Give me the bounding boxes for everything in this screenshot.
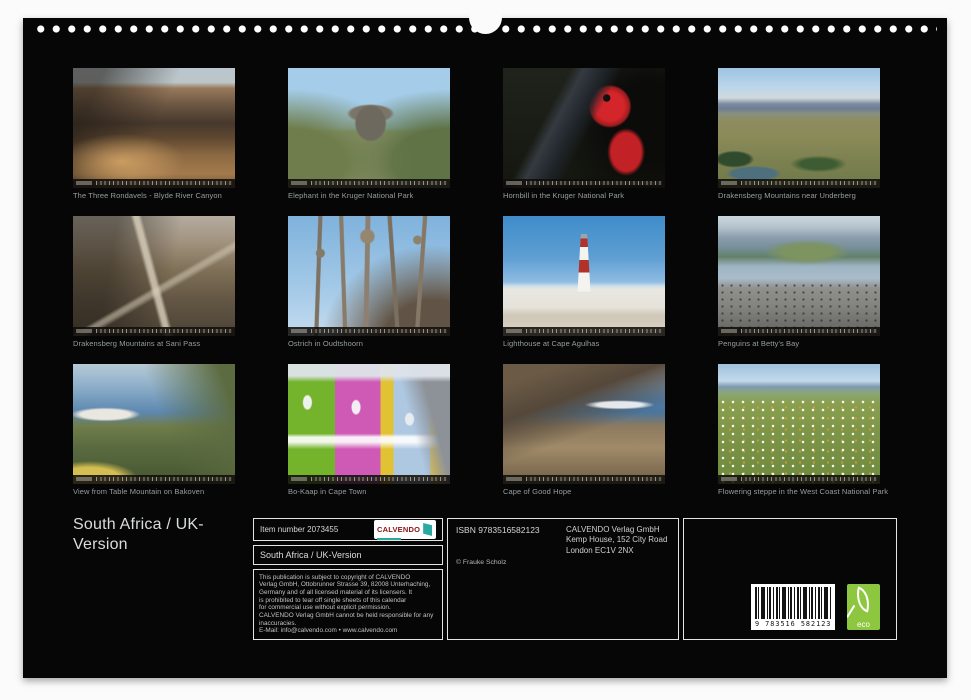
photo-penguins: [718, 216, 880, 336]
eco-leaf-icon: [852, 586, 873, 612]
thumbnail-march: Hornbill in the Kruger National Park: [503, 68, 665, 200]
thumbnail-january: The Three Rondavels - Blyde River Canyon: [73, 68, 235, 200]
eco-label: eco: [847, 621, 880, 629]
thumbnail-caption: Bo-Kaap in Cape Town: [288, 487, 450, 496]
calvendo-logo-tagline-bar: [377, 538, 401, 540]
photo-ostrich: [288, 216, 450, 336]
legal-text-cell: This publication is subject to copyright…: [253, 569, 443, 641]
thumbnail-caption: Ostrich in Oudtshoorn: [288, 339, 450, 348]
photo-three-rondavels: [73, 68, 235, 188]
photo-flowering-steppe: [718, 364, 880, 484]
thumbnail-july: Lighthouse at Cape Agulhas: [503, 216, 665, 348]
calvendo-logo: CALVENDO: [374, 520, 436, 539]
thumbnail-june: Ostrich in Oudtshoorn: [288, 216, 450, 348]
info-left-column: Item number 2073455 CALVENDO South Afric…: [253, 518, 443, 640]
photo-cape-good-hope: [503, 364, 665, 484]
item-number-cell: Item number 2073455 CALVENDO: [253, 518, 443, 541]
thumbnail-september: View from Table Mountain on Bakoven: [73, 364, 235, 496]
mini-calendar-strip: [73, 475, 235, 484]
thumbnail-february: Elephant in the Kruger National Park: [288, 68, 450, 200]
photo-hornbill: [503, 68, 665, 188]
thumbnail-august: Penguins at Betty's Bay: [718, 216, 880, 348]
item-number: Item number 2073455: [260, 525, 338, 534]
calvendo-logo-mark-icon: [423, 523, 432, 536]
mini-calendar-strip: [288, 179, 450, 188]
thumbnail-april: Drakensberg Mountains near Underberg: [718, 68, 880, 200]
thumbnail-caption: Drakensberg Mountains at Sani Pass: [73, 339, 235, 348]
flower-dots: [718, 398, 880, 484]
month-thumbnail-grid: The Three Rondavels - Blyde River Canyon…: [73, 68, 880, 496]
thumbnail-may: Drakensberg Mountains at Sani Pass: [73, 216, 235, 348]
mini-calendar-strip: [73, 327, 235, 336]
thumbnail-caption: Elephant in the Kruger National Park: [288, 191, 450, 200]
mini-calendar-strip: [288, 475, 450, 484]
photo-sani-pass: [73, 216, 235, 336]
photo-bo-kaap: [288, 364, 450, 484]
eco-logo: eco: [847, 584, 880, 630]
barcode-block: 9 783516 582123 eco: [751, 584, 880, 630]
hanger-notch: [469, 1, 502, 34]
photo-table-mountain: [73, 364, 235, 484]
thumbnail-caption: View from Table Mountain on Bakoven: [73, 487, 235, 496]
calvendo-logo-wordmark: CALVENDO: [377, 519, 420, 540]
mini-calendar-strip: [288, 327, 450, 336]
calendar-back-cover-page: The Three Rondavels - Blyde River Canyon…: [23, 18, 947, 678]
mini-calendar-strip: [503, 327, 665, 336]
photo-drakensberg-underberg: [718, 68, 880, 188]
mini-calendar-strip: [73, 179, 235, 188]
calendar-title-cell: South Africa / UK-Version: [253, 545, 443, 565]
info-middle-column: ISBN 9783516582123 CALVENDO Verlag GmbH …: [447, 518, 679, 640]
calendar-title: South Africa / UK-Version: [73, 515, 253, 554]
mini-calendar-strip: [718, 327, 880, 336]
info-right-column: 9 783516 582123 eco: [683, 518, 897, 640]
thumbnail-november: Cape of Good Hope: [503, 364, 665, 496]
thumbnail-caption: Cape of Good Hope: [503, 487, 665, 496]
photographer-credit: © Frauke Scholz: [456, 559, 506, 566]
lighthouse-tower: [578, 234, 591, 292]
mini-calendar-strip: [718, 475, 880, 484]
publisher-info-panel: Item number 2073455 CALVENDO South Afric…: [253, 518, 897, 640]
thumbnail-caption: Flowering steppe in the West Coast Natio…: [718, 487, 880, 496]
thumbnail-caption: Penguins at Betty's Bay: [718, 339, 880, 348]
thumbnail-december: Flowering steppe in the West Coast Natio…: [718, 364, 880, 496]
thumbnail-caption: Drakensberg Mountains near Underberg: [718, 191, 880, 200]
mini-calendar-strip: [718, 179, 880, 188]
ean-barcode: 9 783516 582123: [751, 584, 835, 630]
barcode-bars: [755, 587, 831, 619]
thumbnail-caption: Hornbill in the Kruger National Park: [503, 191, 665, 200]
calvendo-logo-text: CALVENDO: [377, 525, 420, 534]
photo-lighthouse: [503, 216, 665, 336]
mini-calendar-strip: [503, 475, 665, 484]
thumbnail-caption: The Three Rondavels - Blyde River Canyon: [73, 191, 235, 200]
thumbnail-october: Bo-Kaap in Cape Town: [288, 364, 450, 496]
thumbnail-caption: Lighthouse at Cape Agulhas: [503, 339, 665, 348]
photo-elephant: [288, 68, 450, 188]
mini-calendar-strip: [503, 179, 665, 188]
barcode-digits: 9 783516 582123: [755, 620, 831, 628]
publisher-address: CALVENDO Verlag GmbH Kemp House, 152 Cit…: [566, 525, 667, 556]
